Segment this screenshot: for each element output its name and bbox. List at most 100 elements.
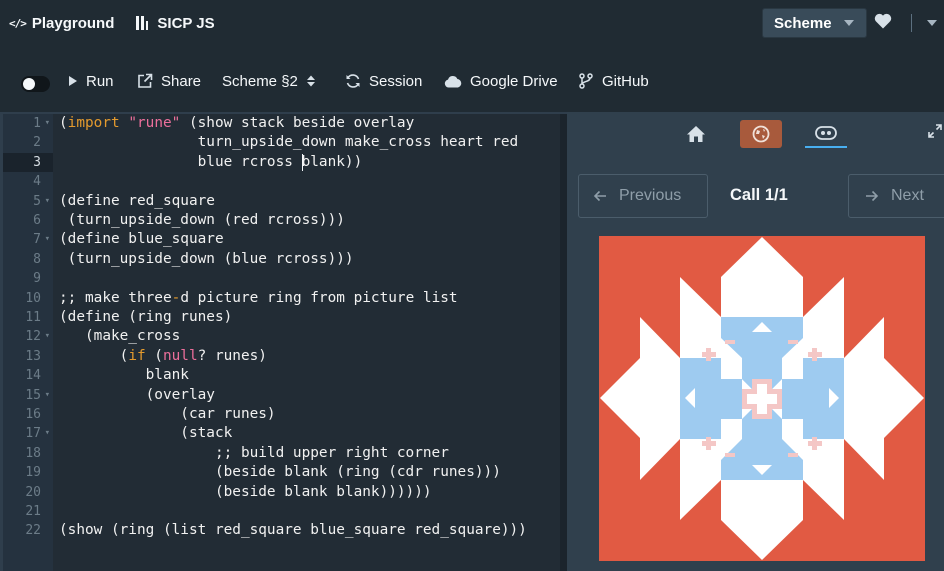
rune-picture	[599, 236, 925, 561]
code-line: (overlay	[59, 386, 215, 403]
line-number: 21	[25, 504, 41, 519]
fold-arrow-icon[interactable]: ▾	[45, 230, 50, 249]
line-number: 7 ▾	[3, 230, 53, 249]
git-branch-icon	[579, 73, 593, 89]
line-number: 16	[25, 407, 41, 422]
heart-icon[interactable]	[874, 13, 892, 29]
line-number: 2	[33, 135, 41, 151]
share-label: Share	[161, 72, 202, 90]
top-navbar: </> Playground SICP JS Scheme	[0, 0, 944, 46]
previous-button[interactable]: Previous	[578, 174, 708, 218]
tab-environment-visualizer[interactable]	[740, 120, 782, 148]
chevron-down-icon[interactable]	[927, 20, 937, 26]
cloud-icon	[444, 75, 462, 87]
fold-arrow-icon[interactable]: ▾	[45, 192, 50, 211]
navbar-divider	[911, 14, 912, 32]
code-line: (if (null? runes)	[59, 347, 267, 364]
code-line: (import "rune" (show stack beside overla…	[59, 115, 415, 131]
code-line: (stack	[59, 425, 233, 442]
line-number-gutter: 1 ▾ 2 3 4 5 ▾ 6 7 ▾ 8 9 10 11 12 ▾ 13 14 15 ▾…	[3, 114, 53, 571]
line-number: 8	[33, 251, 41, 267]
share-button[interactable]: Share	[137, 72, 201, 90]
next-label: Next	[891, 187, 924, 204]
line-number: 4	[33, 174, 41, 190]
previous-label: Previous	[619, 187, 682, 204]
line-number: 11	[25, 310, 41, 325]
refresh-icon	[346, 74, 360, 88]
fold-arrow-icon[interactable]: ▾	[45, 114, 50, 133]
chapter-select[interactable]: Scheme §2	[222, 72, 323, 90]
session-button[interactable]: Session	[345, 72, 422, 90]
fold-arrow-icon[interactable]: ▾	[45, 424, 50, 443]
home-icon	[687, 126, 705, 142]
google-drive-button[interactable]: Google Drive	[444, 72, 558, 90]
code-icon: </>	[9, 16, 27, 30]
code-line: (make_cross	[59, 328, 181, 345]
code-line: (define red_square	[59, 192, 215, 209]
code-line: (turn_upside_down (blue rcross)))	[59, 250, 354, 267]
github-label: GitHub	[602, 72, 649, 90]
line-number: 13	[25, 348, 41, 364]
line-number: 14	[25, 368, 41, 384]
code-line: blank	[59, 367, 189, 384]
fold-arrow-icon[interactable]: ▾	[45, 386, 50, 405]
tab-introduction[interactable]	[675, 120, 717, 148]
panel-resize-handle[interactable]	[560, 114, 567, 571]
code-line: (show (ring (list red_square blue_square…	[59, 522, 527, 539]
line-number: 1 ▾	[3, 114, 53, 133]
code-line: (beside blank blank))))))	[59, 483, 432, 500]
language-select[interactable]: Scheme	[762, 8, 867, 38]
line-number: 22	[25, 523, 41, 539]
double-caret-icon	[306, 75, 315, 87]
code-line: ;; build upper right corner	[59, 444, 449, 461]
code-line: (beside blank (ring (cdr runes)))	[59, 464, 501, 481]
tab-data-visualizer[interactable]	[805, 120, 847, 148]
line-number: 6	[33, 213, 41, 228]
line-number: 19	[25, 465, 41, 481]
sicp-js-label: SICP JS	[157, 14, 215, 32]
github-button[interactable]: GitHub	[578, 72, 649, 90]
line-number: 3	[3, 152, 53, 173]
side-content-tabs	[567, 112, 944, 160]
code-line: ;; make three-d picture ring from pictur…	[59, 289, 458, 306]
toggle-switch[interactable]	[21, 76, 50, 92]
line-number: 15 ▾	[3, 386, 53, 405]
google-drive-label: Google Drive	[470, 72, 558, 90]
code-line: (car runes)	[59, 406, 276, 422]
text-cursor	[302, 154, 303, 171]
line-number: 20	[25, 484, 41, 500]
line-number: 10	[25, 290, 41, 306]
line-number: 17 ▾	[3, 424, 53, 443]
control-bar: Run Share Scheme §2 Session Google Drive…	[0, 46, 944, 112]
code-line: turn_upside_down make_cross heart red	[59, 134, 519, 151]
line-number: 12 ▾	[3, 327, 53, 346]
play-icon	[69, 76, 77, 86]
line-number: 9	[33, 271, 41, 287]
expand-icon[interactable]	[928, 124, 942, 138]
arrow-right-icon	[866, 190, 879, 202]
chapter-select-label: Scheme §2	[222, 72, 298, 90]
code-line: (turn_upside_down (red rcross)))	[59, 212, 345, 228]
share-icon	[138, 73, 153, 88]
language-select-value: Scheme	[774, 14, 832, 32]
chevron-down-icon	[843, 20, 854, 26]
next-button[interactable]: Next	[848, 174, 944, 218]
sicp-js-link[interactable]: SICP JS	[136, 0, 215, 46]
run-button[interactable]: Run	[68, 72, 114, 90]
book-icon	[136, 16, 149, 30]
globe-icon	[752, 125, 770, 143]
code-line: (define (ring runes)	[59, 309, 233, 325]
fold-arrow-icon[interactable]: ▾	[45, 327, 50, 346]
session-label: Session	[369, 72, 423, 90]
arrow-left-icon	[593, 190, 606, 202]
code-line: blue rcross blank))	[59, 153, 363, 170]
code-editor[interactable]: 1 ▾ 2 3 4 5 ▾ 6 7 ▾ 8 9 10 11 12 ▾ 13 14 15 ▾…	[3, 114, 560, 571]
line-number: 5 ▾	[3, 192, 53, 211]
run-label: Run	[86, 72, 114, 90]
playground-link[interactable]: </> Playground	[9, 0, 114, 46]
data-visualizer-icon	[815, 126, 837, 140]
line-number: 18	[25, 445, 41, 461]
call-counter: Call 1/1	[730, 186, 788, 204]
playground-label: Playground	[31, 14, 115, 32]
code-line: (define blue_square	[59, 231, 224, 248]
